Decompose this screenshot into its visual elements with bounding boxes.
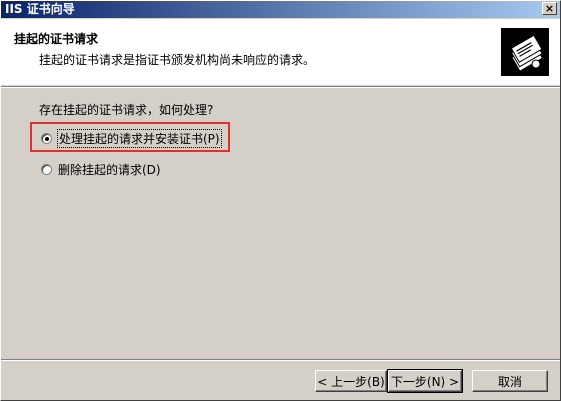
back-button[interactable]: < 上一步(B) bbox=[315, 370, 387, 392]
back-button-label: < 上一步(B) bbox=[317, 374, 385, 389]
cancel-button-label: 取消 bbox=[497, 374, 522, 389]
window-title: IIS 证书向导 bbox=[5, 2, 75, 16]
option-delete[interactable]: 删除挂起的请求(D) bbox=[41, 161, 161, 178]
next-button[interactable]: 下一步(N) > bbox=[387, 369, 463, 393]
title-bar[interactable]: IIS 证书向导 × bbox=[1, 1, 560, 18]
certificate-icon bbox=[501, 28, 549, 76]
wizard-window: IIS 证书向导 × 挂起的证书请求 挂起的证书请求是指证书颁发机构尚未响应的请… bbox=[0, 0, 561, 401]
next-button-label: 下一步(N) > bbox=[390, 374, 460, 389]
cancel-button[interactable]: 取消 bbox=[472, 370, 548, 392]
question-label: 存在挂起的证书请求，如何处理? bbox=[39, 103, 214, 117]
close-button[interactable]: × bbox=[542, 2, 557, 15]
header-divider bbox=[1, 86, 560, 88]
radio-delete[interactable] bbox=[41, 164, 52, 175]
page-title: 挂起的证书请求 bbox=[14, 32, 99, 46]
radio-install[interactable] bbox=[41, 133, 52, 144]
option-install[interactable]: 处理挂起的请求并安装证书(P) bbox=[41, 129, 222, 148]
close-icon: × bbox=[544, 2, 555, 15]
footer-divider bbox=[1, 359, 560, 361]
wizard-header: 挂起的证书请求 挂起的证书请求是指证书颁发机构尚未响应的请求。 bbox=[1, 19, 560, 85]
option-delete-label[interactable]: 删除挂起的请求(D) bbox=[58, 161, 161, 178]
option-install-label[interactable]: 处理挂起的请求并安装证书(P) bbox=[57, 129, 222, 148]
page-subtitle: 挂起的证书请求是指证书颁发机构尚未响应的请求。 bbox=[39, 53, 316, 67]
